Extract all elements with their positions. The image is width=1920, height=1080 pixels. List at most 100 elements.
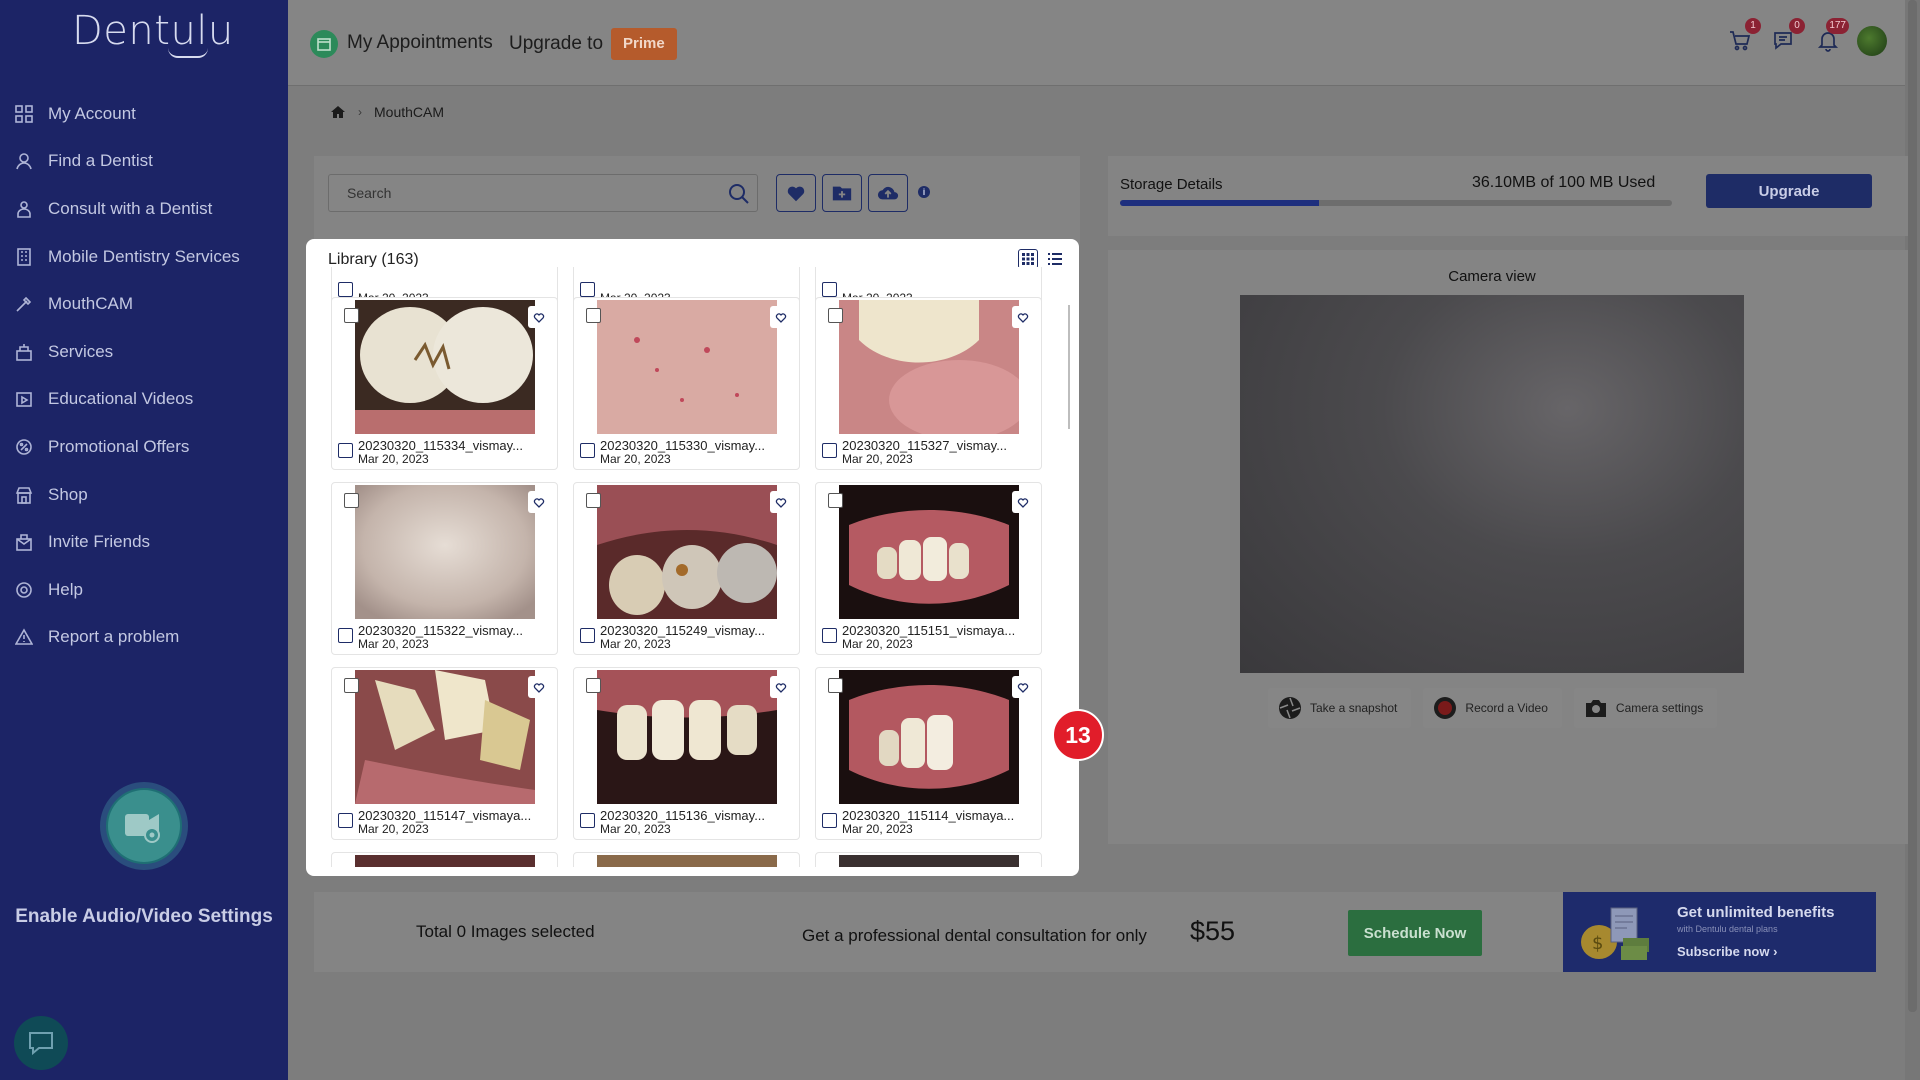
sidebar-item-label: My Account <box>48 103 136 123</box>
select-checkbox[interactable] <box>828 308 843 323</box>
chat-icon <box>29 1032 53 1056</box>
storage-upgrade-button[interactable]: Upgrade <box>1706 174 1872 208</box>
select-checkbox[interactable] <box>344 308 359 323</box>
library-card[interactable]: 20230320_115334_vismay... Mar 20, 2023 <box>331 297 558 470</box>
sidebar-item-label: Mobile Dentistry Services <box>48 246 240 266</box>
sidebar-item-find-dentist[interactable]: Find a Dentist <box>0 138 288 186</box>
file-name: 20230320_115330_vismay... <box>600 438 766 453</box>
select-checkbox[interactable] <box>828 678 843 693</box>
sidebar-item-services[interactable]: Services <box>0 328 288 376</box>
select-checkbox[interactable] <box>586 678 601 693</box>
info-icon[interactable]: i <box>918 186 930 198</box>
dentulu-logo[interactable]: Dentulu <box>72 8 234 54</box>
dental-photo-lip-tooth[interactable] <box>839 300 1019 434</box>
search-input[interactable] <box>329 175 709 211</box>
favorite-heart-icon[interactable] <box>528 491 550 513</box>
home-icon[interactable] <box>330 105 346 119</box>
select-checkbox[interactable] <box>586 493 601 508</box>
sidebar-item-my-account[interactable]: My Account <box>0 90 288 138</box>
consult-promo-text: Get a professional dental consultation f… <box>802 926 1147 945</box>
dental-plan-banner[interactable]: $ Get unlimited benefits with Dentulu de… <box>1563 892 1876 972</box>
select-checkbox[interactable] <box>344 678 359 693</box>
logo-smile-icon <box>168 48 208 58</box>
av-settings-button[interactable] <box>100 782 188 870</box>
sidebar-item-promotional-offers[interactable]: Promotional Offers <box>0 423 288 471</box>
favorite-heart-icon[interactable] <box>528 676 550 698</box>
dental-photo-front-teeth[interactable] <box>839 485 1019 619</box>
library-card[interactable]: 20230320_115114_vismaya... Mar 20, 2023 <box>815 667 1042 840</box>
av-settings-label[interactable]: Enable Audio/Video Settings <box>0 906 288 928</box>
page-scrollbar-thumb[interactable] <box>1908 0 1917 1012</box>
dental-photo-lower-incisors[interactable] <box>597 670 777 804</box>
dental-photo-molars[interactable] <box>355 300 535 434</box>
select-checkbox[interactable] <box>586 308 601 323</box>
library-card[interactable]: 20230320_115249_vismay... Mar 20, 2023 <box>573 482 800 655</box>
schedule-now-button[interactable]: Schedule Now <box>1348 910 1482 956</box>
dental-photo-lower-molars[interactable] <box>597 485 777 619</box>
favorite-heart-icon[interactable] <box>1012 306 1034 328</box>
library-card[interactable]: 20230320_115147_vismaya... Mar 20, 2023 <box>331 667 558 840</box>
messages-button[interactable]: 0 <box>1769 18 1805 56</box>
consult-price: $55 <box>1190 916 1236 946</box>
chat-support-button[interactable] <box>14 1016 68 1070</box>
sidebar-item-shop[interactable]: Shop <box>0 471 288 519</box>
notifications-button[interactable]: 177 <box>1813 18 1849 56</box>
select-checkbox[interactable] <box>344 493 359 508</box>
library-card-partial[interactable] <box>331 852 558 867</box>
file-date: Mar 20, 2023 <box>600 452 671 466</box>
file-name: 20230320_115249_vismay... <box>600 623 766 638</box>
cart-button[interactable]: 1 <box>1725 18 1761 56</box>
calendar-icon[interactable] <box>310 30 338 58</box>
library-card[interactable]: 20230320_115327_vismay... Mar 20, 2023 <box>815 297 1042 470</box>
select-checkbox[interactable] <box>828 493 843 508</box>
sidebar-item-educational-videos[interactable]: Educational Videos <box>0 376 288 424</box>
sidebar-item-mouthcam[interactable]: MouthCAM <box>0 280 288 328</box>
library-scrollbar[interactable] <box>1068 305 1070 429</box>
grid-view-button[interactable] <box>1018 249 1038 269</box>
image-file-icon <box>822 282 837 297</box>
camera-settings-button[interactable]: Camera settings <box>1573 688 1718 728</box>
favorite-heart-icon[interactable] <box>770 306 792 328</box>
favorite-heart-icon[interactable] <box>770 491 792 513</box>
new-folder-button[interactable] <box>822 174 862 212</box>
search-icon[interactable] <box>727 182 751 206</box>
image-file-icon <box>338 443 353 458</box>
sidebar: Dentulu My Account Find a Dentist Consul… <box>0 0 288 1080</box>
sidebar-item-help[interactable]: Help <box>0 566 288 614</box>
dental-photo-blurry[interactable] <box>355 485 535 619</box>
image-file-icon <box>822 813 837 828</box>
prime-button[interactable]: Prime <box>611 28 677 60</box>
upload-button[interactable] <box>868 174 908 212</box>
list-view-button[interactable] <box>1046 250 1064 268</box>
camera-icon <box>1585 700 1606 717</box>
dashboard-icon <box>14 104 34 124</box>
image-file-icon <box>338 628 353 643</box>
dental-photo-yellow-teeth[interactable] <box>355 670 535 804</box>
favorite-heart-icon[interactable] <box>1012 676 1034 698</box>
favorite-heart-icon[interactable] <box>770 676 792 698</box>
library-card[interactable]: 20230320_115322_vismay... Mar 20, 2023 <box>331 482 558 655</box>
sidebar-item-report-problem[interactable]: Report a problem <box>0 614 288 662</box>
my-appointments-link[interactable]: My Appointments <box>347 32 493 54</box>
dental-photo-tongue[interactable] <box>597 300 777 434</box>
dental-photo-front-teeth-2[interactable] <box>839 670 1019 804</box>
search-panel: i <box>314 156 1080 244</box>
take-snapshot-button[interactable]: Take a snapshot <box>1268 688 1412 728</box>
library-card-partial[interactable] <box>573 852 800 867</box>
library-card[interactable]: 20230320_115330_vismay... Mar 20, 2023 <box>573 297 800 470</box>
favorite-heart-icon[interactable] <box>528 306 550 328</box>
sidebar-item-invite-friends[interactable]: Invite Friends <box>0 518 288 566</box>
user-avatar[interactable] <box>1857 26 1887 56</box>
subscribe-now-link[interactable]: Subscribe now › <box>1677 944 1777 959</box>
library-card[interactable]: 20230320_115151_vismaya... Mar 20, 2023 <box>815 482 1042 655</box>
sidebar-item-consult[interactable]: Consult with a Dentist <box>0 185 288 233</box>
list-icon <box>1048 253 1062 265</box>
library-card[interactable]: 20230320_115136_vismay... Mar 20, 2023 <box>573 667 800 840</box>
favorites-button[interactable] <box>776 174 816 212</box>
sidebar-item-mobile-dentistry[interactable]: Mobile Dentistry Services <box>0 233 288 281</box>
library-card-partial[interactable] <box>815 852 1042 867</box>
storage-progress-fill <box>1120 200 1320 206</box>
record-video-button[interactable]: Record a Video <box>1423 688 1562 728</box>
favorite-heart-icon[interactable] <box>1012 491 1034 513</box>
file-name: 20230320_115322_vismay... <box>358 623 524 638</box>
